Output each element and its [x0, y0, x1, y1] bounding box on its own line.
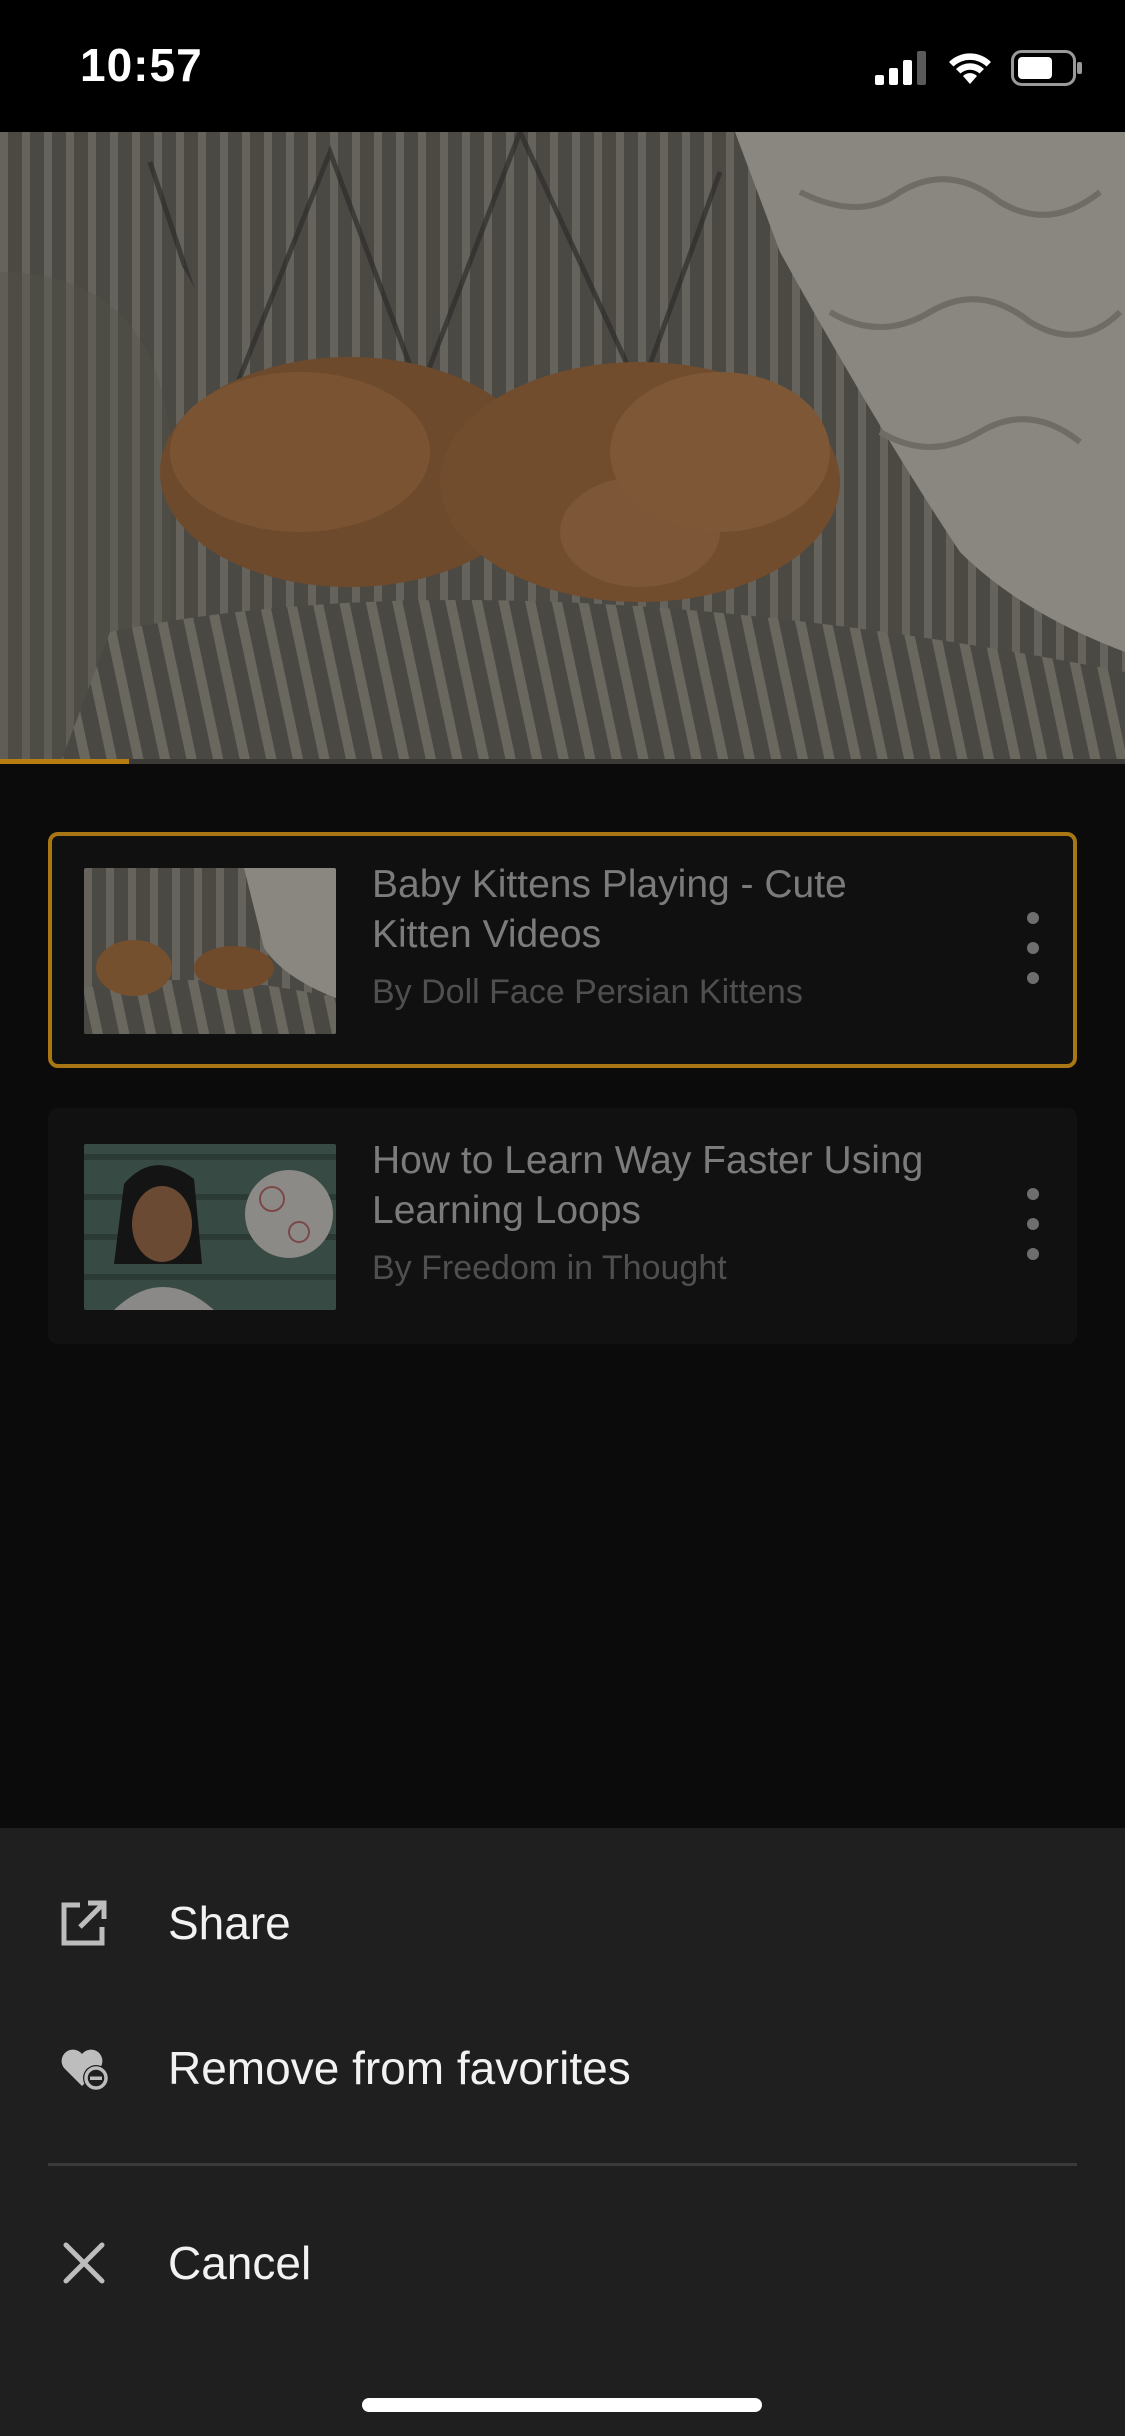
remove-from-favorites-button[interactable]: Remove from favorites: [0, 2003, 1125, 2133]
close-icon: [56, 2235, 112, 2291]
share-icon: [56, 1895, 112, 1951]
status-time: 10:57: [80, 39, 203, 91]
video-author: By Doll Face Persian Kittens: [372, 973, 803, 1011]
status-icons: [875, 48, 1083, 88]
list-item-video[interactable]: How to Learn Way Faster Using Learning L…: [48, 1108, 1077, 1344]
cancel-label: Cancel: [168, 2237, 312, 2289]
sheet-divider: [48, 2163, 1077, 2166]
remove-from-favorites-label: Remove from favorites: [168, 2042, 631, 2094]
video-progress-bar[interactable]: [0, 759, 1125, 764]
video-title: Baby Kittens Playing - Cute Kitten Video…: [372, 863, 847, 956]
share-button[interactable]: Share: [0, 1858, 1125, 1988]
video-player[interactable]: [0, 132, 1125, 764]
video-thumbnail: [84, 868, 336, 1034]
video-info: Baby Kittens Playing - Cute Kitten Video…: [372, 860, 932, 1012]
more-options-icon[interactable]: [1013, 912, 1053, 984]
battery-icon: [1011, 50, 1082, 86]
video-thumbnail: [84, 1144, 336, 1310]
home-indicator: [362, 2398, 762, 2412]
video-title: How to Learn Way Faster Using Learning L…: [372, 1139, 924, 1232]
list-item-video[interactable]: Baby Kittens Playing - Cute Kitten Video…: [48, 832, 1077, 1068]
video-progress-fill: [0, 759, 130, 764]
cellular-signal-icon: [875, 51, 926, 85]
action-sheet: Share Remove from favorites Cancel: [0, 1828, 1125, 2436]
video-info: How to Learn Way Faster Using Learning L…: [372, 1136, 932, 1288]
wifi-icon: [949, 53, 991, 84]
video-frame-image: [0, 132, 1125, 764]
share-label: Share: [168, 1897, 291, 1949]
video-author: By Freedom in Thought: [372, 1249, 727, 1287]
status-bar: 10:57: [0, 0, 1125, 132]
more-options-icon[interactable]: [1013, 1188, 1053, 1260]
favorites-list: Baby Kittens Playing - Cute Kitten Video…: [48, 832, 1077, 1384]
cancel-button[interactable]: Cancel: [0, 2198, 1125, 2328]
heart-remove-icon: [56, 2040, 112, 2096]
